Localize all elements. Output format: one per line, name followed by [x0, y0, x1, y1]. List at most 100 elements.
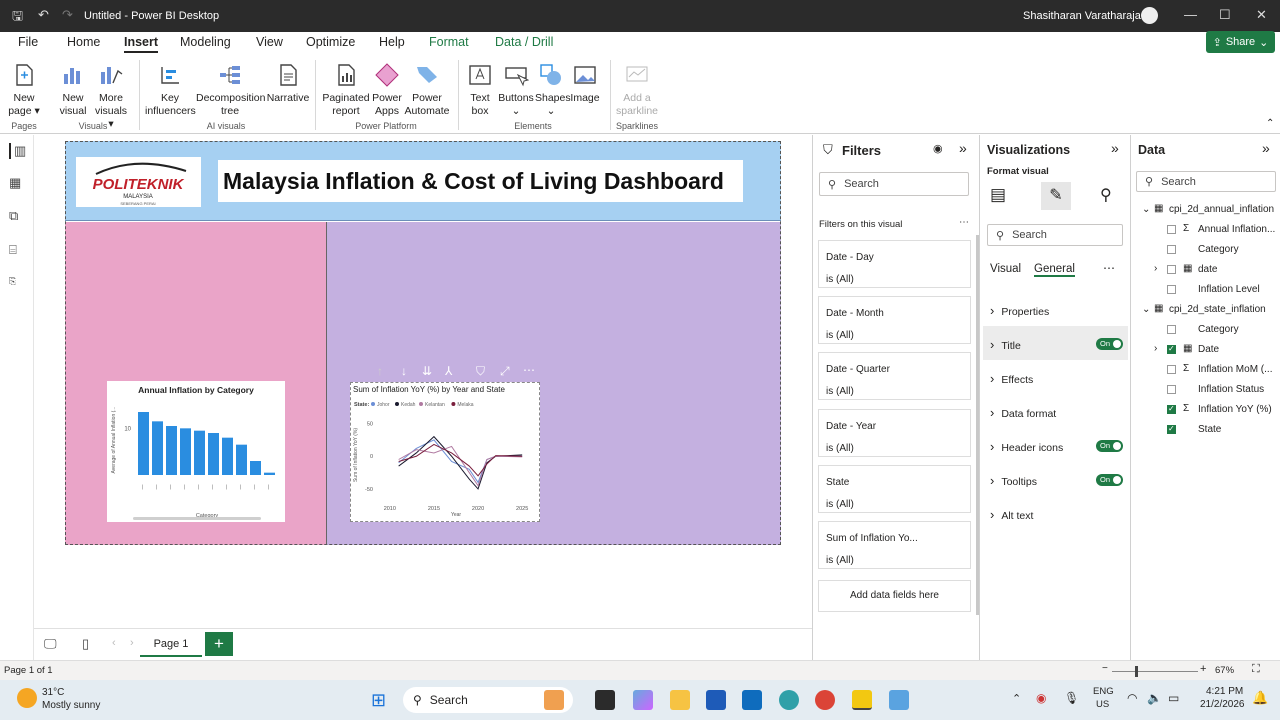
tab-help[interactable]: Help — [379, 35, 405, 49]
add-sparkline-button[interactable]: Add a sparkline — [614, 62, 660, 118]
line-chart-visual[interactable]: Sum of Inflation YoY (%) by Year and Sta… — [350, 382, 540, 522]
table-view-icon[interactable]: ▦ — [9, 175, 25, 191]
more-options-icon[interactable]: ⋯ — [523, 363, 535, 377]
filter-icon[interactable]: ⛉ — [476, 364, 485, 379]
save-icon[interactable]: 🖫 — [12, 7, 23, 29]
drill-down-icon[interactable]: ↓ — [401, 364, 407, 378]
volume-icon[interactable]: 🔈 — [1147, 691, 1162, 705]
store-icon[interactable] — [706, 690, 726, 710]
power-apps-button[interactable]: Power Apps — [372, 62, 402, 118]
analytics-icon[interactable]: ⚲ — [1100, 185, 1112, 205]
tab-data-drill[interactable]: Data / Drill — [495, 35, 553, 49]
tooltips-toggle[interactable]: On — [1096, 474, 1123, 486]
tab-visual[interactable]: Visual — [990, 263, 1021, 275]
section-alt-text[interactable]: Alt text — [990, 507, 1033, 522]
field-label[interactable]: State — [1198, 424, 1221, 435]
field-label[interactable]: Inflation Status — [1198, 384, 1264, 395]
field-checkbox[interactable] — [1167, 344, 1176, 354]
narrative-button[interactable]: Narrative — [266, 62, 310, 105]
share-button[interactable]: ⇪ Share ⌄ — [1206, 31, 1275, 53]
field-checkbox[interactable] — [1167, 365, 1176, 374]
expand-next-level-icon[interactable]: ⇊ — [422, 364, 432, 378]
field-label[interactable]: Category — [1198, 244, 1239, 255]
buttons-button[interactable]: Buttons ⌄ — [498, 62, 534, 118]
drill-up-icon[interactable]: ↑ — [377, 364, 383, 378]
clock-date[interactable]: 21/2/2026 — [1200, 699, 1245, 710]
chrome-icon[interactable] — [815, 690, 835, 710]
field-checkbox[interactable] — [1167, 225, 1176, 234]
chevron-right-icon[interactable]: › — [1154, 343, 1157, 354]
copilot-icon[interactable] — [633, 690, 653, 710]
field-checkbox[interactable] — [1167, 404, 1176, 414]
field-label[interactable]: Category — [1198, 324, 1239, 335]
field-checkbox[interactable] — [1167, 285, 1176, 294]
page-tab[interactable]: Page 1 — [140, 633, 202, 657]
weather-icon[interactable] — [17, 688, 37, 708]
section-data-format[interactable]: Data format — [990, 405, 1056, 420]
zoom-out-icon[interactable]: − — [1102, 663, 1108, 674]
field-label[interactable]: Inflation MoM (... — [1198, 364, 1272, 375]
data-search-input[interactable]: ⚲ Search — [1136, 171, 1276, 192]
text-box-button[interactable]: Text box — [464, 62, 496, 118]
tab-general[interactable]: General — [1034, 263, 1075, 277]
header-icons-toggle[interactable]: On — [1096, 440, 1123, 452]
chevron-up-icon[interactable]: ⌃ — [1012, 692, 1021, 705]
tmdl-view-icon[interactable]: ⎘ — [9, 276, 25, 292]
snipping-tool-icon[interactable] — [889, 690, 909, 710]
battery-icon[interactable]: ▭ — [1168, 691, 1179, 705]
tab-view[interactable]: View — [256, 35, 283, 49]
field-checkbox[interactable] — [1167, 265, 1176, 274]
more-options-icon[interactable]: ⋯ — [959, 217, 969, 228]
image-button[interactable]: Image — [568, 62, 602, 105]
field-checkbox[interactable] — [1167, 325, 1176, 334]
clock-time[interactable]: 4:21 PM — [1206, 686, 1243, 697]
power-bi-app-icon[interactable] — [852, 690, 872, 710]
new-page-button[interactable]: New page ▾ — [6, 62, 42, 118]
key-influencers-button[interactable]: Key influencers — [145, 62, 196, 118]
section-title[interactable]: Title — [990, 337, 1020, 352]
tab-format[interactable]: Format — [429, 35, 469, 49]
decomposition-tree-button[interactable]: Decomposition tree — [196, 62, 265, 118]
zoom-thumb[interactable] — [1135, 666, 1138, 677]
field-label[interactable]: Annual Inflation... — [1198, 224, 1275, 235]
next-page-icon[interactable]: › — [130, 637, 134, 649]
tab-modeling[interactable]: Modeling — [180, 35, 231, 49]
field-label[interactable]: Date — [1198, 344, 1219, 355]
microphone-icon[interactable]: 🎙 — [1064, 691, 1079, 705]
section-effects[interactable]: Effects — [990, 371, 1033, 386]
zoom-in-icon[interactable]: + — [1200, 663, 1206, 675]
tab-optimize[interactable]: Optimize — [306, 35, 355, 49]
add-page-button[interactable]: + — [205, 632, 233, 656]
report-view-icon[interactable]: ▥ — [9, 143, 26, 159]
title-toggle[interactable]: On — [1096, 338, 1123, 350]
collapse-ribbon-icon[interactable]: ⌃ — [1266, 118, 1274, 129]
zoom-slider[interactable] — [1112, 671, 1198, 672]
filter-card[interactable]: Date - Year is (All) — [818, 409, 971, 457]
windows-start-icon[interactable]: ⊞ — [371, 690, 386, 711]
focus-mode-icon[interactable]: ⤢ — [500, 364, 510, 379]
prev-page-icon[interactable]: ‹ — [112, 637, 116, 649]
redo-icon[interactable]: ↷ — [62, 7, 73, 23]
mobile-layout-icon[interactable]: ▯ — [82, 636, 89, 652]
widget-app-icon[interactable] — [544, 690, 564, 710]
language-indicator[interactable]: ENG — [1093, 686, 1114, 697]
filter-card[interactable]: Date - Month is (All) — [818, 296, 971, 344]
filter-card[interactable]: Sum of Inflation Yo... is (All) — [818, 521, 971, 569]
region-indicator[interactable]: US — [1096, 699, 1109, 710]
add-data-fields-dropzone[interactable]: Add data fields here — [818, 580, 971, 612]
more-options-icon[interactable]: ⋯ — [1103, 261, 1115, 275]
tab-home[interactable]: Home — [67, 35, 100, 49]
maximize-icon[interactable]: ☐ — [1219, 7, 1231, 23]
minimize-icon[interactable]: — — [1184, 7, 1197, 22]
collapse-pane-icon[interactable]: » — [1111, 140, 1119, 156]
field-checkbox[interactable] — [1167, 245, 1176, 254]
wifi-icon[interactable]: ◠ — [1127, 691, 1137, 705]
section-header-icons[interactable]: Header icons — [990, 439, 1063, 454]
power-automate-button[interactable]: Power Automate — [404, 62, 450, 118]
eye-icon[interactable]: ◉ — [933, 142, 943, 155]
format-visual-icon[interactable]: ✎ — [1041, 182, 1071, 210]
section-tooltips[interactable]: Tooltips — [990, 473, 1037, 488]
field-label[interactable]: date — [1198, 264, 1217, 275]
security-icon[interactable]: ◉ — [1036, 691, 1046, 705]
dax-query-view-icon[interactable]: ⌸ — [9, 242, 25, 258]
